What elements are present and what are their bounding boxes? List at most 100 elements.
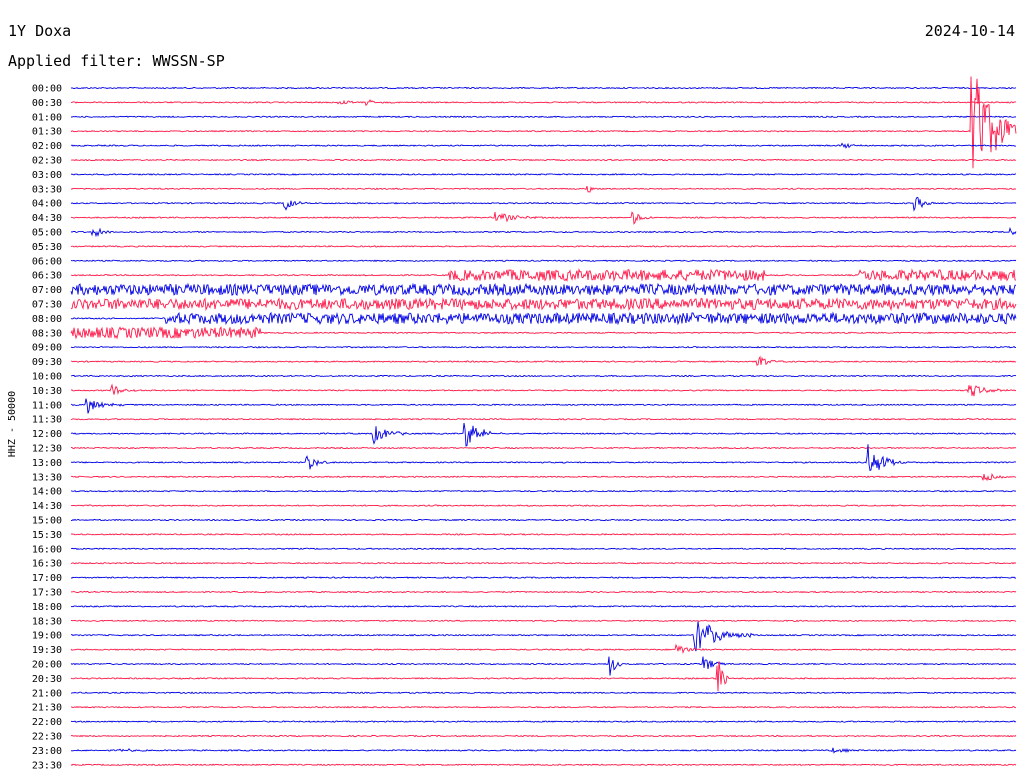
trace-row [70, 226, 1017, 238]
row-time-label: 14:00 [32, 487, 62, 498]
trace-row [70, 326, 1017, 340]
trace-row [70, 763, 1017, 767]
row-time-label: 18:00 [32, 602, 62, 613]
row-time-label: 06:00 [32, 256, 62, 267]
row-time-label: 15:30 [32, 530, 62, 541]
row-time-label: 01:30 [32, 127, 62, 138]
trace-row [70, 656, 1017, 676]
row-time-label: 20:30 [32, 674, 62, 685]
trace-row [70, 297, 1017, 312]
trace-row [70, 76, 1017, 169]
row-time-label: 22:30 [32, 732, 62, 743]
row-time-label: 09:30 [32, 357, 62, 368]
row-time-label: 03:30 [32, 184, 62, 195]
row-time-label: 16:00 [32, 544, 62, 555]
row-time-label: 05:00 [32, 228, 62, 239]
trace-row [70, 590, 1017, 594]
trace-row [70, 422, 1017, 447]
row-time-label: 00:00 [32, 84, 62, 95]
row-time-label: 13:30 [32, 472, 62, 483]
row-time-label: 09:00 [32, 343, 62, 354]
row-time-label: 07:30 [32, 300, 62, 311]
trace-row [70, 196, 1017, 212]
row-time-label: 10:00 [32, 372, 62, 383]
trace-row [70, 311, 1017, 326]
filter-label: Applied filter: WWSSN-SP [8, 52, 225, 70]
row-time-label: 08:30 [32, 328, 62, 339]
row-time-label: 17:30 [32, 588, 62, 599]
row-time-label: 16:30 [32, 559, 62, 570]
row-time-label: 11:30 [32, 415, 62, 426]
trace-row [70, 398, 1017, 414]
row-time-label: 05:30 [32, 242, 62, 253]
helicorder-chart: 1Y Doxa 2024-10-14 Applied filter: WWSSN… [7, 22, 1017, 772]
trace-row [70, 259, 1017, 263]
trace-row [70, 734, 1017, 738]
trace-layer [70, 76, 1017, 767]
trace-row [70, 747, 1017, 754]
trace-row [70, 383, 1017, 397]
trace-row [70, 547, 1016, 551]
row-time-label: 12:30 [32, 444, 62, 455]
row-time-label: 18:30 [32, 616, 62, 627]
row-time-label: 02:00 [32, 141, 62, 152]
row-time-label: 10:30 [32, 386, 62, 397]
trace-row [70, 661, 1017, 692]
trace-row [70, 417, 1017, 421]
trace-row [70, 211, 1017, 225]
row-time-label: 14:30 [32, 501, 62, 512]
trace-row [70, 186, 1017, 193]
row-time-label: 08:00 [32, 314, 62, 325]
row-time-label: 19:00 [32, 631, 62, 642]
trace-row [71, 99, 1017, 107]
trace-row [70, 446, 1017, 450]
trace-row [70, 576, 1017, 579]
trace-row [70, 245, 1017, 248]
trace-row [71, 158, 1017, 162]
trace-row [70, 282, 1017, 297]
trace-row [70, 355, 1017, 366]
row-time-labels: 00:00 00:30 01:00 01:30 02:00 02:30 03:00 03:30… [32, 84, 62, 772]
trace-row [70, 374, 1017, 378]
trace-row [70, 345, 1017, 349]
y-axis-label: HHZ - 50000 [7, 391, 18, 457]
row-time-label: 23:00 [32, 746, 62, 757]
row-time-label: 00:30 [32, 98, 62, 109]
row-time-label: 23:30 [32, 760, 62, 771]
trace-row [70, 705, 1017, 709]
row-time-label: 03:00 [32, 170, 62, 181]
trace-row [70, 173, 1017, 176]
trace-row [70, 518, 1017, 522]
row-time-label: 21:30 [32, 703, 62, 714]
row-time-label: 20:00 [32, 660, 62, 671]
row-time-label: 19:30 [32, 645, 62, 656]
trace-row [70, 643, 1017, 655]
row-time-label: 04:00 [32, 199, 62, 210]
trace-row [70, 691, 1017, 695]
row-time-label: 04:30 [32, 213, 62, 224]
row-time-label: 07:00 [32, 285, 62, 296]
row-time-label: 02:30 [32, 156, 62, 167]
station-title: 1Y Doxa [8, 22, 71, 40]
trace-row [70, 472, 1017, 482]
trace-row [70, 605, 1017, 608]
row-time-label: 21:00 [32, 688, 62, 699]
row-time-label: 11:00 [32, 400, 62, 411]
row-time-label: 22:00 [32, 717, 62, 728]
row-time-label: 01:00 [32, 112, 62, 123]
trace-row [70, 504, 1017, 507]
trace-row [70, 268, 1017, 282]
row-time-label: 06:30 [32, 271, 62, 282]
trace-row [70, 86, 1017, 90]
trace-row [70, 561, 1017, 565]
trace-row [71, 115, 1017, 119]
trace-row [70, 619, 1017, 623]
trace-row [70, 142, 1017, 149]
row-time-label: 12:00 [32, 429, 62, 440]
trace-row [70, 489, 1017, 493]
trace-row [70, 720, 1017, 723]
date-label: 2024-10-14 [925, 22, 1015, 40]
trace-row [70, 533, 1017, 536]
row-time-label: 17:00 [32, 573, 62, 584]
trace-row [70, 621, 1017, 652]
